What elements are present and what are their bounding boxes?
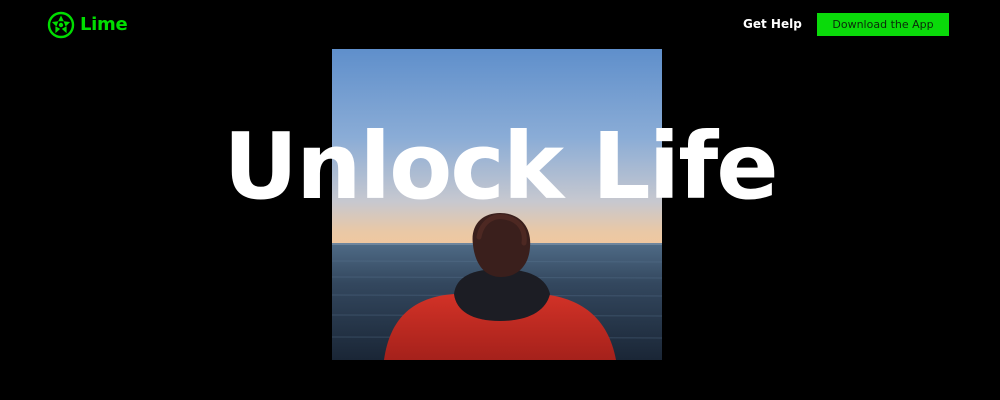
download-app-button[interactable]: Download the App: [817, 13, 949, 36]
brand-logo-text: Lime: [80, 14, 128, 35]
landing-page: Lime Get Help Download the App Unlock Li…: [0, 0, 1000, 400]
site-header: Lime Get Help Download the App: [0, 0, 1000, 48]
get-help-link[interactable]: Get Help: [743, 16, 802, 32]
lime-slice-icon: [47, 11, 75, 39]
hero-headline: Unlock Life: [223, 113, 778, 220]
brand-logo-link[interactable]: Lime: [47, 11, 128, 39]
